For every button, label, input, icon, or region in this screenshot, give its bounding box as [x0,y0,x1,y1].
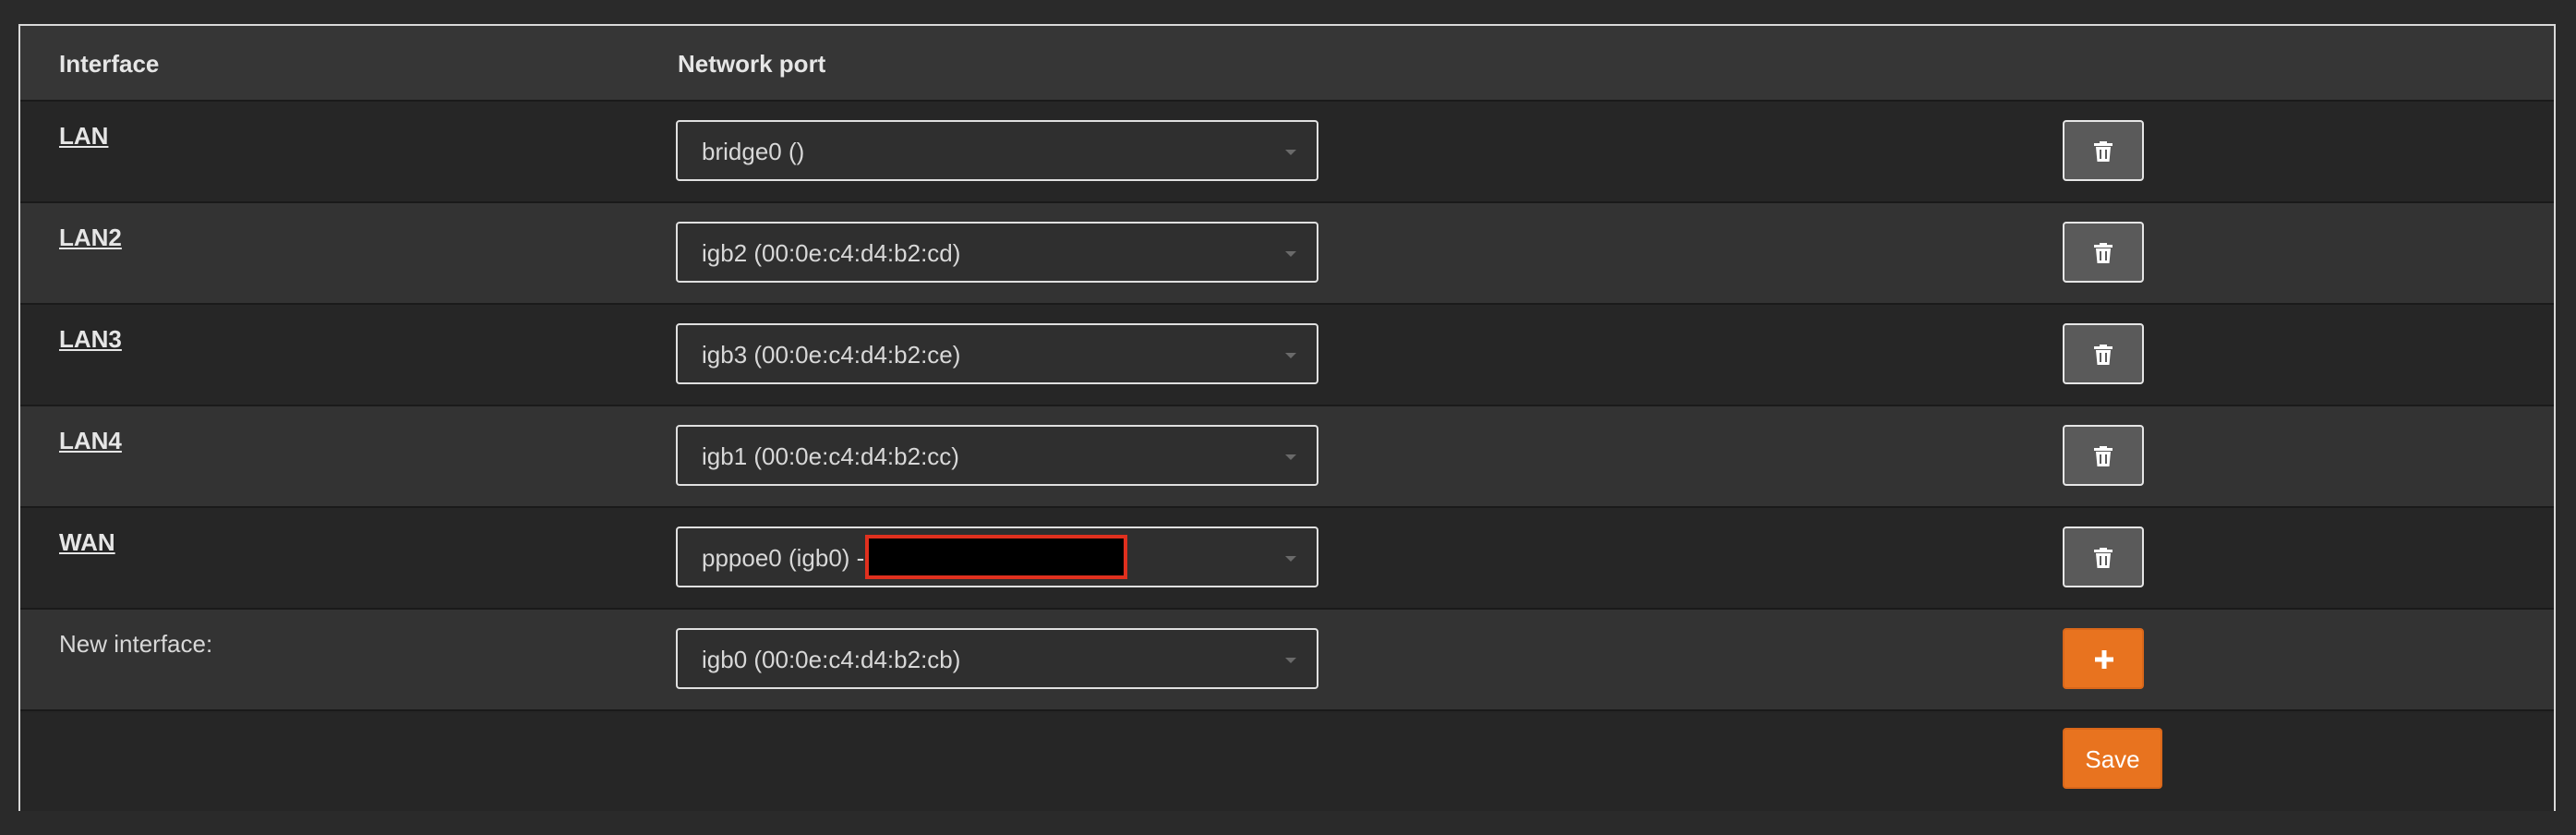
table-row: LAN bridge0 () [20,102,2554,203]
table-footer: Save [20,713,2554,811]
caret-down-icon [1285,556,1296,562]
table-row: LAN2 igb2 (00:0e:c4:d4:b2:cd) [20,203,2554,305]
network-port-select-lan2[interactable]: igb2 (00:0e:c4:d4:b2:cd) [676,222,1318,283]
select-value: bridge0 () [702,138,805,165]
select-value: pppoe0 (igb0) - [702,544,865,572]
trash-icon [2094,243,2113,263]
delete-button-lan[interactable] [2063,120,2144,181]
network-port-select-lan4[interactable]: igb1 (00:0e:c4:d4:b2:cc) [676,425,1318,486]
select-value: igb1 (00:0e:c4:d4:b2:cc) [702,442,959,470]
network-port-select-lan3[interactable]: igb3 (00:0e:c4:d4:b2:ce) [676,323,1318,384]
table-row: LAN4 igb1 (00:0e:c4:d4:b2:cc) [20,406,2554,508]
save-button[interactable]: Save [2063,728,2162,789]
caret-down-icon [1285,251,1296,257]
new-interface-port-select[interactable]: igb0 (00:0e:c4:d4:b2:cb) [676,628,1318,689]
caret-down-icon [1285,658,1296,663]
trash-icon [2094,141,2113,162]
table-row: LAN3 igb3 (00:0e:c4:d4:b2:ce) [20,305,2554,406]
new-interface-row: New interface: igb0 (00:0e:c4:d4:b2:cb) [20,610,2554,711]
delete-button-lan4[interactable] [2063,425,2144,486]
new-interface-label: New interface: [59,630,213,658]
plus-icon [2095,650,2113,669]
interface-link-lan[interactable]: LAN [59,122,108,151]
caret-down-icon [1285,454,1296,460]
network-port-select-lan[interactable]: bridge0 () [676,120,1318,181]
trash-icon [2094,345,2113,365]
column-header-interface: Interface [59,50,160,78]
column-header-network-port: Network port [678,50,826,78]
delete-button-lan3[interactable] [2063,323,2144,384]
network-port-select-wan[interactable]: pppoe0 (igb0) - [676,526,1318,587]
delete-button-lan2[interactable] [2063,222,2144,283]
add-interface-button[interactable] [2063,628,2144,689]
interface-link-lan4[interactable]: LAN4 [59,427,122,455]
select-value: igb2 (00:0e:c4:d4:b2:cd) [702,239,961,267]
select-value: igb0 (00:0e:c4:d4:b2:cb) [702,646,961,673]
interface-link-lan2[interactable]: LAN2 [59,224,122,252]
table-row: WAN pppoe0 (igb0) - [20,508,2554,610]
interface-link-wan[interactable]: WAN [59,528,115,557]
caret-down-icon [1285,150,1296,155]
caret-down-icon [1285,353,1296,358]
interface-link-lan3[interactable]: LAN3 [59,325,122,354]
trash-icon [2094,548,2113,568]
interface-assignments-table: Interface Network port LAN bridge0 () LA… [18,24,2556,811]
redaction-box [865,535,1127,579]
table-header: Interface Network port [20,26,2554,102]
trash-icon [2094,446,2113,466]
select-value: igb3 (00:0e:c4:d4:b2:ce) [702,341,961,369]
delete-button-wan[interactable] [2063,526,2144,587]
